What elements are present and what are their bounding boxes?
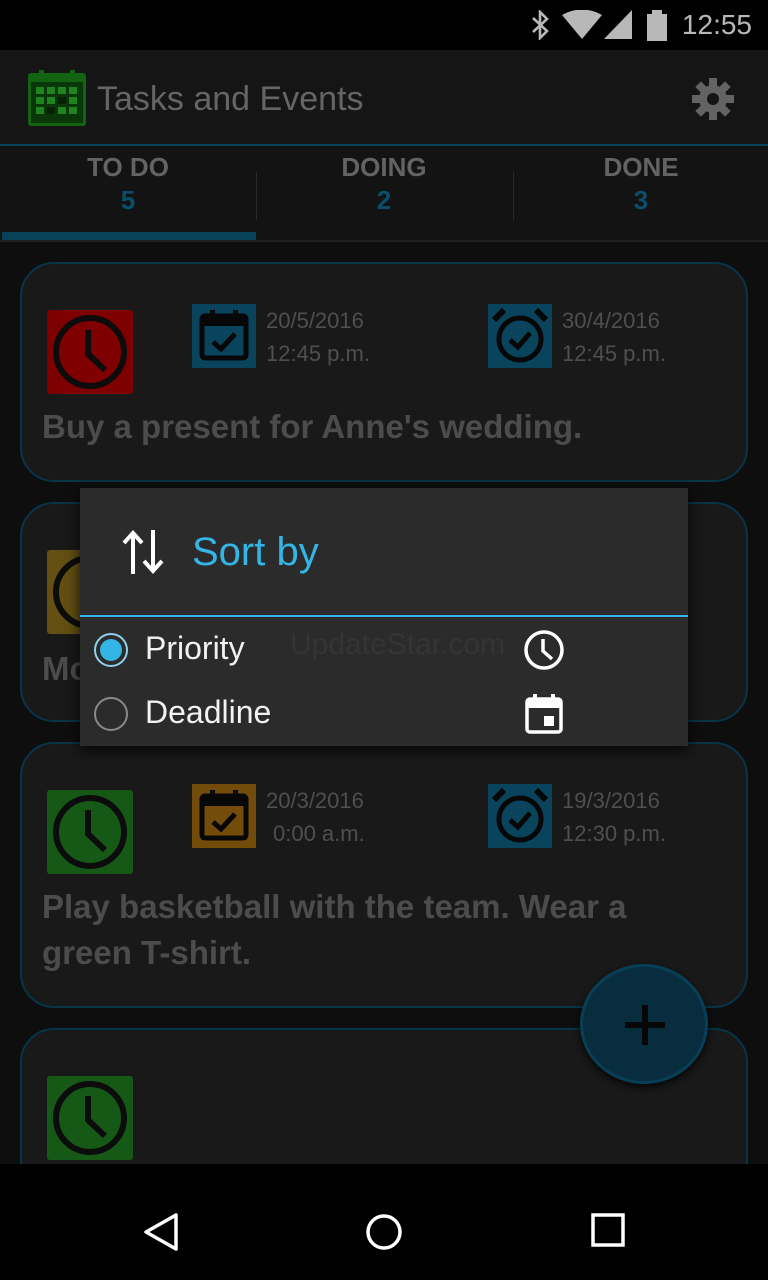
clock-icon xyxy=(524,630,564,670)
home-icon[interactable] xyxy=(364,1212,404,1252)
dialog-title: Sort by xyxy=(192,530,319,574)
recents-icon[interactable] xyxy=(590,1212,626,1248)
radio-priority[interactable] xyxy=(94,633,128,667)
option-label: Priority xyxy=(145,630,245,666)
sort-arrows-icon xyxy=(122,530,164,574)
radio-deadline[interactable] xyxy=(94,697,128,731)
dialog-divider xyxy=(80,615,688,617)
calendar-icon xyxy=(525,694,563,734)
navigation-bar xyxy=(0,1184,768,1280)
sort-option-priority[interactable]: Priority xyxy=(80,618,688,682)
back-icon[interactable] xyxy=(142,1212,182,1252)
sort-option-deadline[interactable]: Deadline xyxy=(80,682,688,746)
sort-dialog: Sort by UpdateStar.com Priority Deadline xyxy=(80,488,688,746)
option-label: Deadline xyxy=(145,694,272,730)
